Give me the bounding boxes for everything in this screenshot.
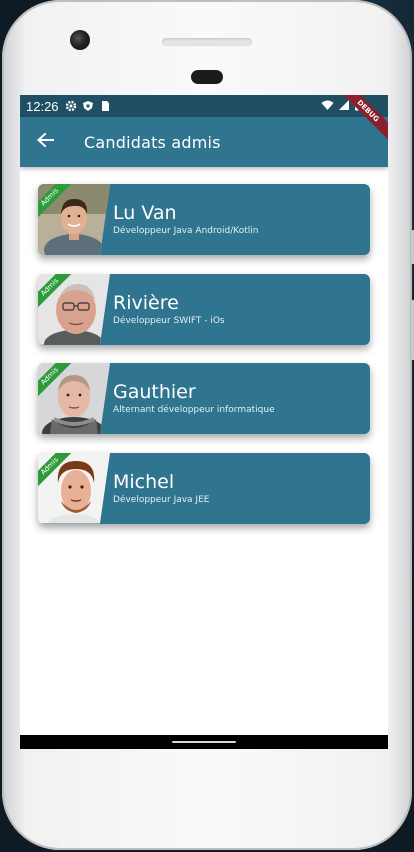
app-bar: Candidats admis — [20, 117, 388, 167]
arrow-left-icon — [36, 132, 54, 152]
home-gesture-handle[interactable] — [172, 741, 236, 743]
front-camera — [70, 30, 90, 50]
candidate-role: Développeur Java JEE — [113, 494, 210, 505]
candidate-role: Alternant développeur informatique — [113, 405, 275, 415]
candidate-name: Lu Van — [113, 202, 177, 224]
shield-icon — [82, 100, 94, 112]
sim-card-icon — [99, 100, 111, 112]
signal-icon — [338, 99, 350, 114]
candidate-card[interactable]: Admis Michel Développeur Java JEE — [38, 452, 370, 524]
system-nav-bar — [20, 735, 388, 749]
status-time: 12:26 — [26, 98, 59, 114]
earpiece — [191, 70, 223, 84]
gear-icon — [65, 100, 77, 112]
candidate-name: Rivière — [113, 291, 179, 314]
back-button[interactable] — [20, 117, 70, 167]
candidate-list: Admis Lu Van Développeur Java Android/Ko… — [38, 184, 370, 542]
candidate-role: Développeur SWIFT - iOs — [113, 315, 225, 326]
candidate-name: Michel — [113, 470, 175, 493]
wifi-icon — [321, 99, 334, 114]
candidate-card[interactable]: Admis Gauthier Alternant développeur inf… — [38, 363, 370, 434]
candidate-card[interactable]: Admis Rivière Développeur SWIFT - iOs — [38, 273, 370, 345]
screen: 12:26 DEBUG Candidats admis Admis Lu Van… — [20, 95, 388, 749]
top-speaker — [162, 38, 252, 46]
page-title: Candidats admis — [84, 132, 221, 152]
candidate-card[interactable]: Admis Lu Van Développeur Java Android/Ko… — [38, 184, 370, 255]
status-bar: 12:26 — [20, 95, 388, 117]
candidate-role: Développeur Java Android/Kotlin — [113, 226, 259, 236]
candidate-name: Gauthier — [113, 381, 196, 403]
